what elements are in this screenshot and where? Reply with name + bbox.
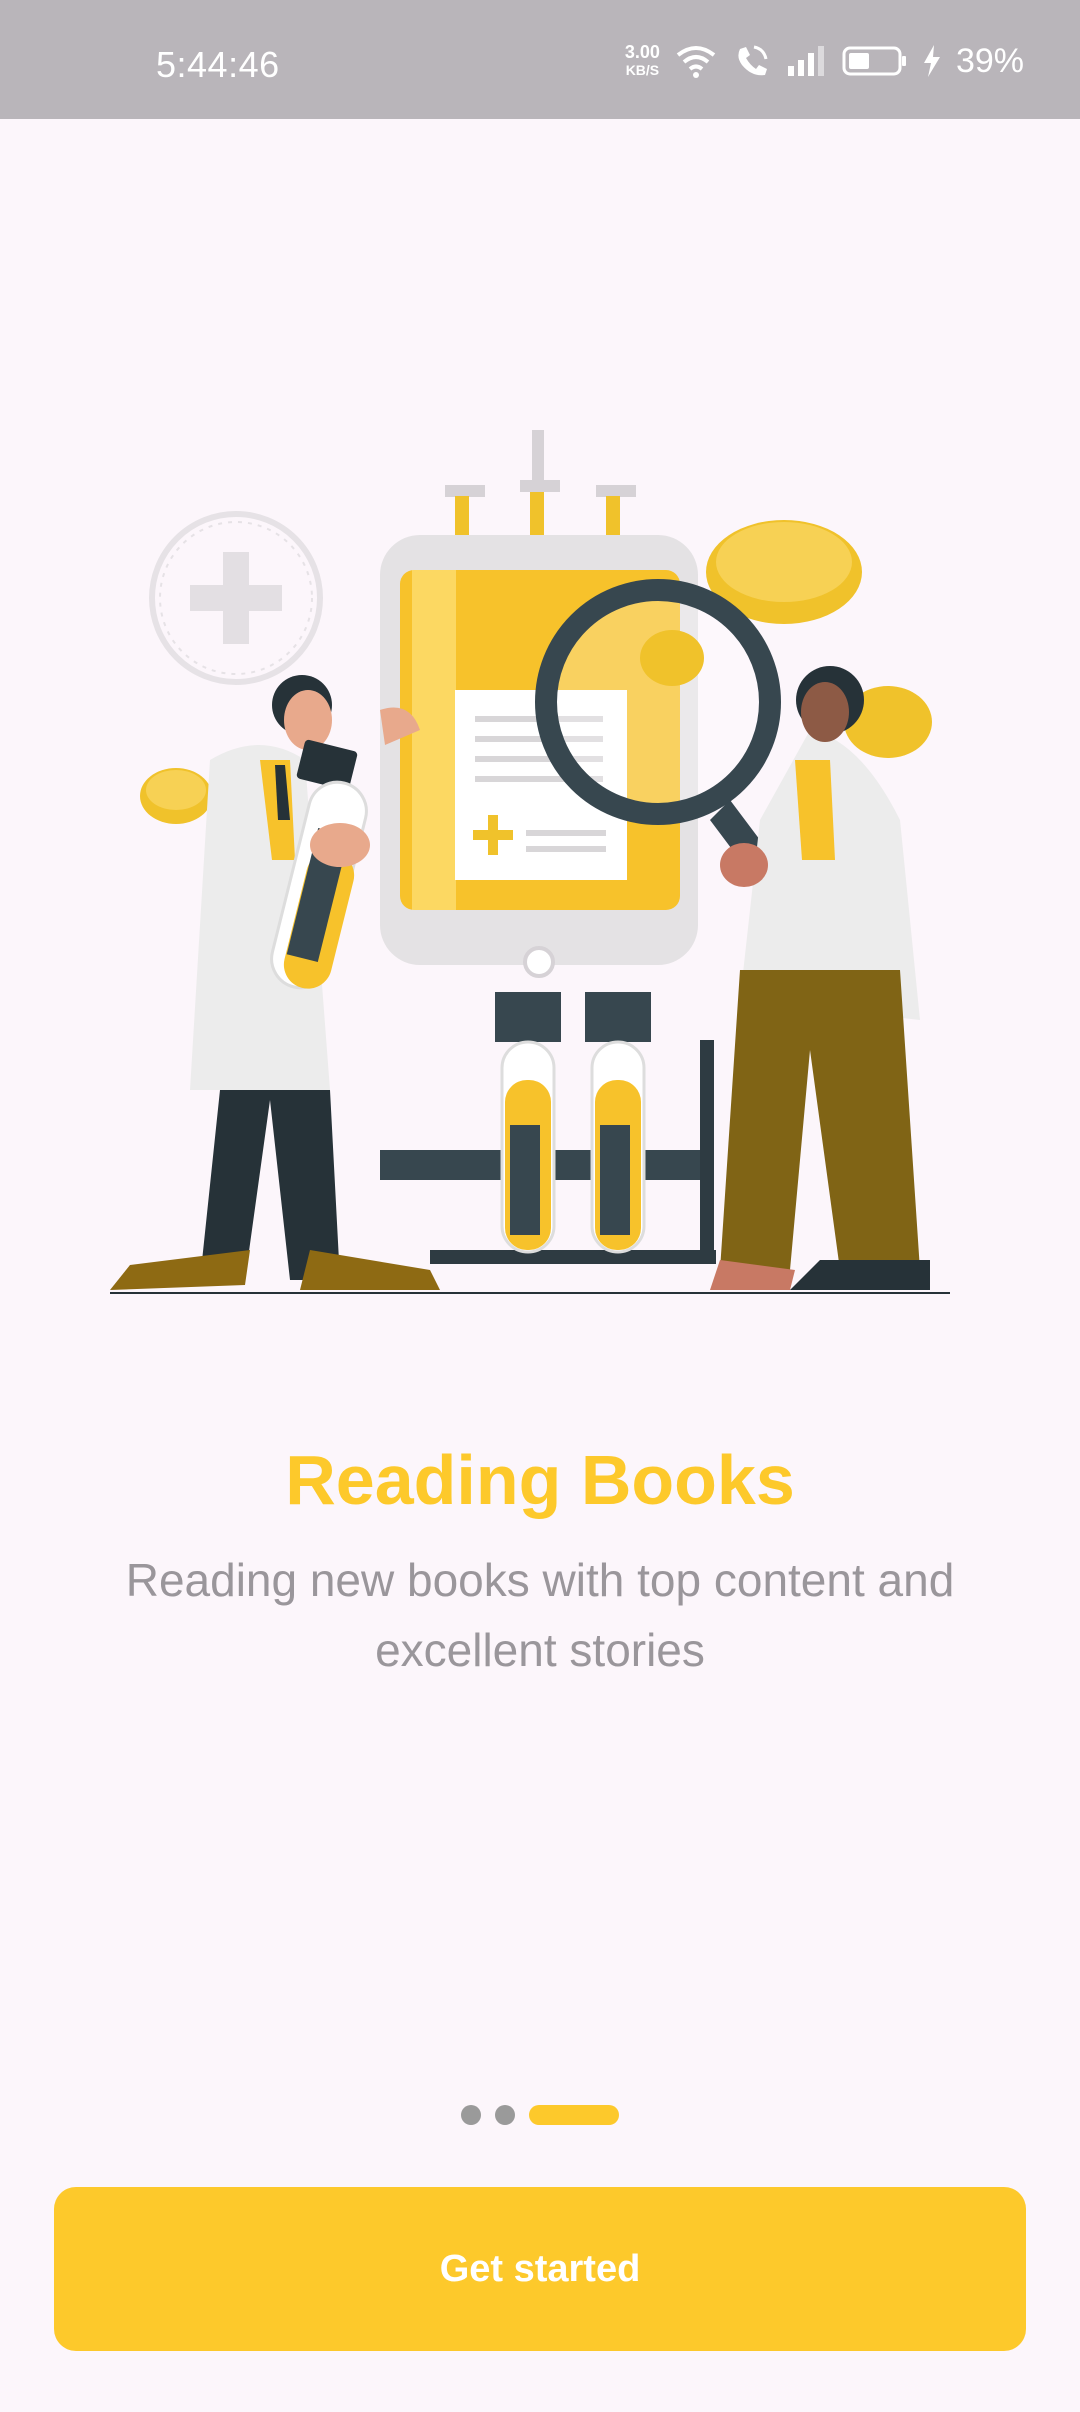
battery-percent: 39% [955, 41, 1024, 80]
charging-bolt-icon [923, 45, 940, 77]
medical-cross-icon [149, 511, 323, 685]
signal-icon [787, 46, 824, 76]
status-icons: 3.00 KB/S 39% [625, 38, 1024, 84]
page-dot-2[interactable] [495, 2105, 515, 2125]
onboarding-illustration [110, 430, 950, 1294]
test-tube-rack [380, 992, 716, 1264]
status-bar: 5:44:46 3.00 KB/S 39% [0, 0, 1080, 119]
page-dot-1[interactable] [461, 2105, 481, 2125]
net-speed-unit: KB/S [625, 62, 660, 78]
onboarding-subtitle: Reading new books with top content and e… [125, 1554, 955, 1676]
net-speed-value: 3.00 [624, 42, 660, 62]
wifi-icon [676, 46, 716, 78]
net-speed: 3.00 KB/S [625, 43, 660, 79]
page-indicator [0, 2104, 1080, 2126]
wifi-call-icon [738, 45, 768, 76]
battery-icon [842, 46, 906, 76]
onboarding-title: Reading Books [285, 1441, 795, 1519]
get-started-button[interactable]: Get started [54, 2187, 1026, 2351]
status-time: 5:44:46 [156, 44, 280, 85]
page-dot-3-active[interactable] [529, 2105, 619, 2125]
